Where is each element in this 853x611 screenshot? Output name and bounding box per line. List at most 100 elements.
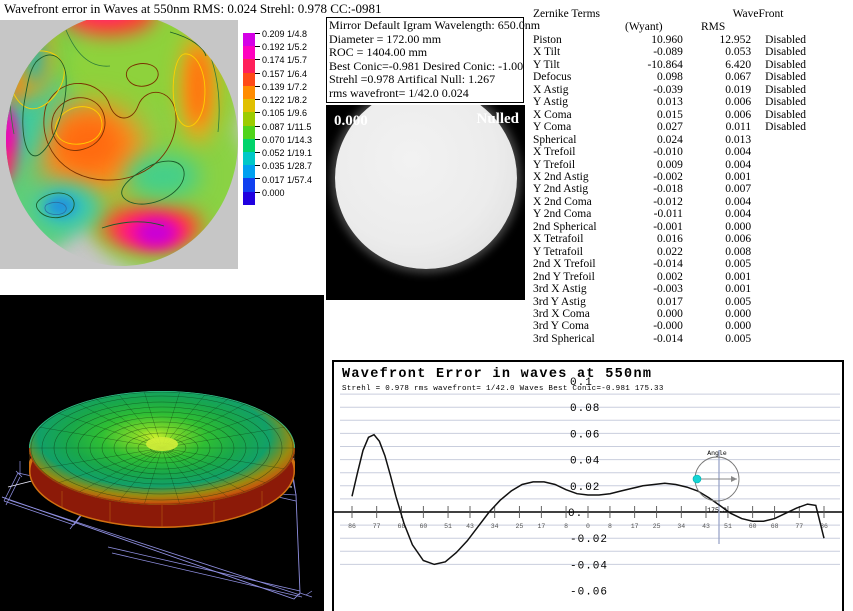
zernike-cell-rms: 0.006 — [725, 233, 752, 246]
table-row[interactable]: 3rd X Astig -0.003 0.001 — [533, 283, 833, 295]
color-scale-tick — [255, 165, 260, 167]
zernike-cell-wy: 0.098 — [657, 71, 683, 84]
info-line-roc: ROC = 1404.00 mm — [329, 45, 428, 59]
zernike-cell-name: Piston — [533, 34, 562, 46]
zernike-cell-wy: -0.018 — [653, 183, 683, 196]
color-scale-segment — [243, 112, 260, 126]
zernike-cell-name: 2nd Y Trefoil — [533, 270, 595, 283]
color-scale-label: 0.052 1/19.1 — [262, 148, 313, 159]
color-scale-segment — [243, 191, 260, 205]
table-row[interactable]: Defocus 0.098 0.067 Disabled — [533, 71, 833, 83]
zernike-cell-wy: -0.000 — [653, 320, 683, 333]
table-row[interactable]: X Trefoil -0.010 0.004 — [533, 146, 833, 158]
zernike-cell-rms: 0.007 — [725, 183, 752, 196]
table-row[interactable]: 3rd X Coma 0.000 0.000 — [533, 308, 833, 320]
color-scale-tick — [255, 33, 260, 34]
contour-disc — [6, 20, 238, 266]
zernike-cell-name: 2nd Spherical — [533, 220, 597, 233]
table-row[interactable]: Y Tilt -10.864 6.420 Disabled — [533, 59, 833, 71]
chart-x-tick-labels: 86 77 68 60 51 43 34 25 17 8 0 8 17 25 34 43 51 60 68 77 86 — [348, 523, 828, 530]
color-scale-segment — [243, 138, 260, 152]
info-line-conic: Best Conic=-0.981 Desired Conic: -1.00 — [329, 58, 524, 73]
table-row[interactable]: 2nd Spherical -0.001 0.000 — [533, 221, 833, 233]
chart-x-tick-label: 8 — [564, 523, 568, 530]
wireframe-surface-plot[interactable] — [0, 295, 324, 611]
wavefront-profile-chart[interactable]: Wavefront Error in waves at 550nm Strehl… — [332, 360, 844, 611]
color-scale-segment — [243, 33, 260, 47]
zernike-cell-name: Y Coma — [533, 121, 572, 134]
chart-y-tick-label: 0.04 — [570, 456, 600, 468]
zernike-cell-rms: 0.053 — [725, 46, 752, 59]
zernike-cell-wy: -10.864 — [647, 58, 683, 71]
zernike-cell-st — [765, 134, 833, 146]
nulled-image-panel[interactable]: 0.000 Nulled — [326, 105, 525, 300]
chart-x-tick-label: 77 — [373, 523, 381, 530]
wavefront-contour-map[interactable] — [0, 20, 238, 269]
angle-arrow-head — [731, 476, 737, 482]
table-row[interactable]: Y Tetrafoil 0.022 0.008 — [533, 246, 833, 258]
zernike-cell-name: Spherical — [533, 133, 577, 146]
zernike-cell-wy: -0.014 — [653, 332, 683, 345]
chart-x-tick-label: 60 — [419, 523, 427, 530]
table-row[interactable]: Y 2nd Astig -0.018 0.007 — [533, 183, 833, 195]
chart-x-tick-label: 43 — [466, 523, 474, 530]
zernike-cell-rms: 0.000 — [725, 320, 752, 333]
table-row[interactable]: 2nd X Trefoil -0.014 0.005 — [533, 258, 833, 270]
table-row[interactable]: X Tilt -0.089 0.053 Disabled — [533, 46, 833, 58]
color-scale-tick — [255, 46, 260, 48]
zernike-cell-rms: 0.004 — [725, 195, 752, 208]
table-row[interactable]: X Coma 0.015 0.006 Disabled — [533, 109, 833, 121]
table-row[interactable]: Spherical 0.024 0.013 — [533, 134, 833, 146]
table-row[interactable]: X Astig -0.039 0.019 Disabled — [533, 84, 833, 96]
table-row[interactable]: Y Astig 0.013 0.006 Disabled — [533, 96, 833, 108]
color-scale-tick — [255, 72, 260, 74]
zernike-cell-rms: 0.004 — [725, 208, 752, 221]
color-scale-segment — [243, 85, 260, 100]
color-scale-label: 0.139 1/7.2 — [262, 81, 308, 92]
zernike-cell-rms: 0.001 — [725, 170, 752, 183]
table-row[interactable]: 3rd Spherical -0.014 0.005 — [533, 333, 833, 345]
zernike-cell-name: X 2nd Astig — [533, 170, 589, 183]
zernike-cell-name: X Astig — [533, 83, 569, 96]
chart-plot-area: 0.1 0.08 0.06 0.04 0.02 0. -0.02 -0.04 -0.06 86 7… — [334, 377, 842, 599]
table-row[interactable]: Y Trefoil 0.009 0.004 — [533, 159, 833, 171]
color-scale-segment — [243, 178, 260, 192]
color-scale-label: 0.105 1/9.6 — [262, 108, 308, 119]
chart-x-tick-label: 25 — [653, 523, 661, 530]
zernike-cell-rms: 0.004 — [725, 158, 752, 171]
color-scale-label: 0.000 — [262, 187, 285, 198]
table-row[interactable]: Y Coma 0.027 0.011 Disabled — [533, 121, 833, 133]
color-scale-tick — [255, 59, 260, 61]
table-row[interactable]: X 2nd Coma -0.012 0.004 — [533, 196, 833, 208]
zernike-cell-rms: 0.005 — [725, 258, 752, 271]
table-row[interactable]: 3rd Y Coma -0.000 0.000 — [533, 320, 833, 332]
zernike-terms-table: Zernike Terms WaveFront (Wyant) RMS Pist… — [533, 8, 851, 348]
zernike-cell-wy: 0.017 — [657, 295, 683, 308]
color-scale-segment — [243, 165, 260, 179]
color-scale-segment — [243, 46, 260, 60]
zernike-cell-wy: -0.002 — [653, 170, 683, 183]
table-row[interactable]: Piston 10.960 12.952 Disabled — [533, 34, 833, 46]
zernike-cell-wy: 0.013 — [657, 96, 683, 109]
table-row[interactable]: X Tetrafoil 0.016 0.006 — [533, 233, 833, 245]
color-scale-segment — [243, 59, 260, 73]
color-scale-bar — [243, 33, 260, 205]
table-row[interactable]: X 2nd Astig -0.002 0.001 — [533, 171, 833, 183]
zernike-cell-name: X Coma — [533, 108, 572, 121]
chart-x-tick-label: 51 — [724, 523, 732, 530]
color-scale-tick — [255, 85, 260, 87]
zernike-heading-wyant: (Wyant) — [625, 21, 663, 33]
angle-handle-dot[interactable] — [692, 474, 702, 484]
zernike-cell-st — [765, 271, 833, 283]
table-row[interactable]: 2nd Y Trefoil 0.002 0.001 — [533, 271, 833, 283]
chart-x-tick-label: 34 — [491, 523, 499, 530]
zernike-cell-st: Disabled — [765, 71, 806, 84]
zernike-cell-st — [765, 233, 833, 245]
zernike-cell-rms: 0.001 — [725, 270, 752, 283]
table-row[interactable]: 3rd Y Astig 0.017 0.005 — [533, 296, 833, 308]
zernike-cell-wy: 0.024 — [657, 133, 683, 146]
info-line-rms: rms wavefront= 1/42.0 0.024 — [329, 85, 469, 100]
zernike-cell-st: Disabled — [765, 34, 806, 46]
zernike-cell-name: Y 2nd Astig — [533, 183, 589, 196]
table-row[interactable]: Y 2nd Coma -0.011 0.004 — [533, 208, 833, 220]
